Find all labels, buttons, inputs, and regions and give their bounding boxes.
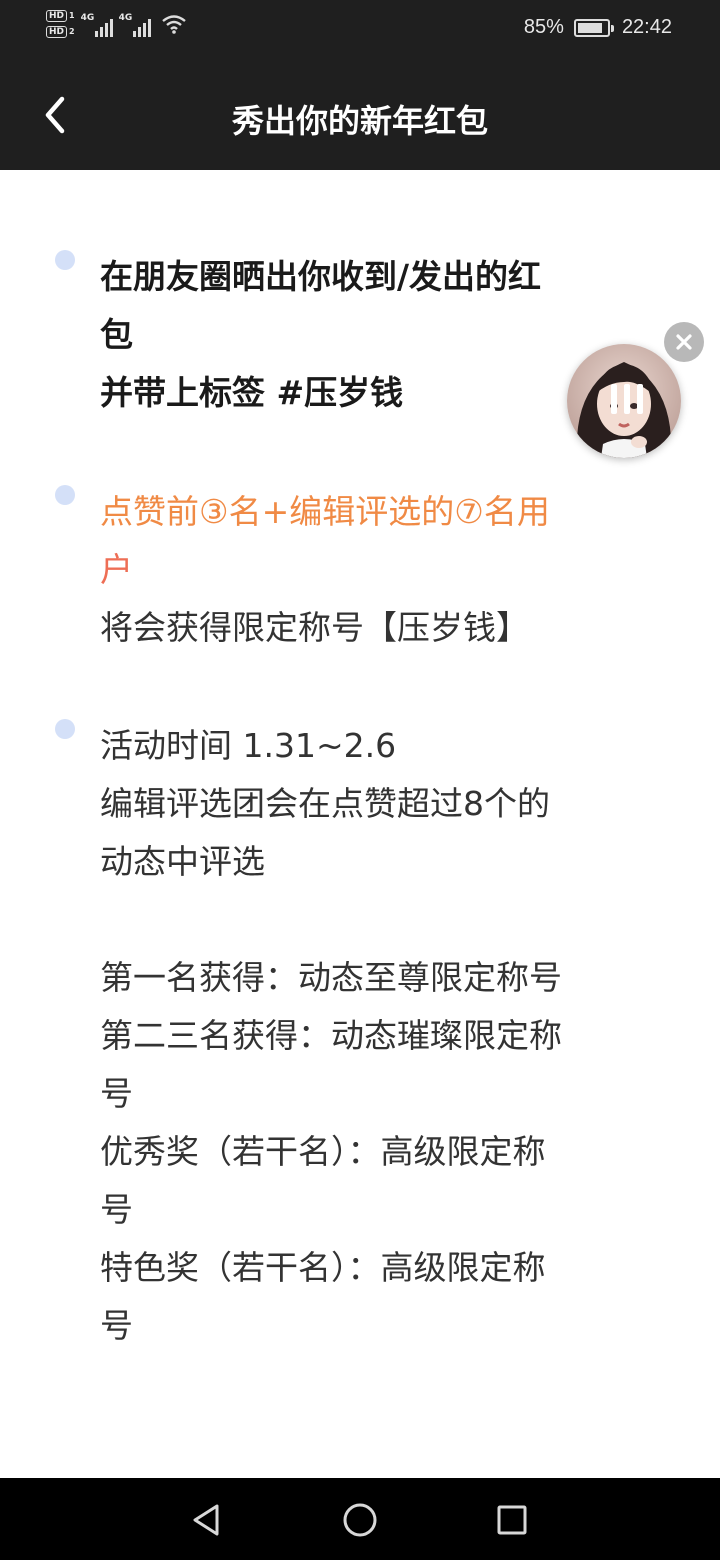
network-type-1: 4G bbox=[80, 13, 95, 23]
status-bar-right: 85% 22:42 bbox=[524, 16, 672, 39]
hd-label-1: HD bbox=[46, 10, 68, 22]
text-line: 第二三名获得：动态璀璨限定称 bbox=[100, 1016, 562, 1055]
text-line: 动态中评选 bbox=[100, 842, 265, 881]
highlight-line: 点赞前③名+编辑评选的⑦名用 bbox=[100, 492, 550, 531]
hd-sub-2: 2 bbox=[69, 27, 75, 36]
text-line: 优秀奖（若干名）：高级限定称 bbox=[100, 1132, 546, 1171]
text-line: 特色奖（若干名）：高级限定称 bbox=[100, 1248, 546, 1287]
network-type-2: 4G bbox=[118, 13, 133, 23]
square-recents-icon bbox=[497, 1505, 527, 1535]
status-bar: HD 1 HD 2 4G 4G 85% 22:42 bbox=[0, 0, 720, 62]
circle-home-icon bbox=[343, 1503, 377, 1537]
header: 秀出你的新年红包 bbox=[0, 62, 720, 170]
nav-back-button[interactable] bbox=[184, 1498, 228, 1542]
bullet-dot bbox=[55, 250, 75, 270]
text-line: 号 bbox=[100, 1190, 133, 1229]
hd-sub-1: 1 bbox=[69, 11, 75, 20]
battery-level bbox=[577, 22, 602, 33]
status-bar-left: HD 1 HD 2 4G 4G bbox=[46, 10, 187, 38]
rule-text-2: 点赞前③名+编辑评选的⑦名用 户 将会获得限定称号【压岁钱】 bbox=[100, 483, 640, 657]
battery-percent: 85% bbox=[523, 16, 564, 38]
bullet-dot bbox=[55, 485, 75, 505]
text-line: 活动时间 1.31~2.6 bbox=[100, 726, 397, 765]
text-line: 将会获得限定称号【压岁钱】 bbox=[100, 608, 529, 647]
text-line: 第一名获得：动态至尊限定称号 bbox=[100, 958, 562, 997]
text-line: 并带上标签 #压岁钱 bbox=[100, 373, 404, 412]
signal-icon-2: 4G bbox=[119, 11, 151, 37]
close-icon bbox=[676, 334, 692, 350]
text-line: 号 bbox=[100, 1074, 133, 1113]
text-line: 包 bbox=[100, 315, 133, 354]
signal-icon-1: 4G bbox=[81, 11, 113, 37]
wifi-icon bbox=[161, 15, 186, 34]
rule-text-3: 活动时间 1.31~2.6 编辑评选团会在点赞超过8个的 动态中评选 第一名获得… bbox=[100, 717, 640, 1355]
text-line bbox=[100, 891, 640, 949]
hd-indicators: HD 1 HD 2 bbox=[46, 10, 75, 38]
close-floating-button[interactable] bbox=[664, 322, 704, 362]
floating-avatar-player[interactable] bbox=[567, 344, 681, 458]
bullet-dot bbox=[55, 719, 75, 739]
battery-icon bbox=[573, 18, 614, 37]
text-line: 在朋友圈晒出你收到/发出的红 bbox=[100, 257, 542, 296]
text-line: 编辑评选团会在点赞超过8个的 bbox=[100, 784, 550, 823]
hd-indicator-1: HD 1 bbox=[46, 10, 75, 22]
triangle-back-icon bbox=[193, 1504, 219, 1536]
nav-recents-button[interactable] bbox=[490, 1498, 534, 1542]
highlight-line: 户 bbox=[100, 550, 133, 589]
clock: 22:42 bbox=[621, 16, 672, 38]
nav-home-button[interactable] bbox=[338, 1498, 382, 1542]
rule-text-1: 在朋友圈晒出你收到/发出的红 包 并带上标签 #压岁钱 bbox=[100, 248, 640, 422]
page-title: 秀出你的新年红包 bbox=[231, 102, 488, 140]
system-nav-bar bbox=[0, 1478, 720, 1560]
text-line: 号 bbox=[100, 1306, 133, 1345]
hd-label-2: HD bbox=[46, 26, 68, 38]
hd-indicator-2: HD 2 bbox=[46, 26, 75, 38]
pause-icon bbox=[611, 384, 643, 414]
